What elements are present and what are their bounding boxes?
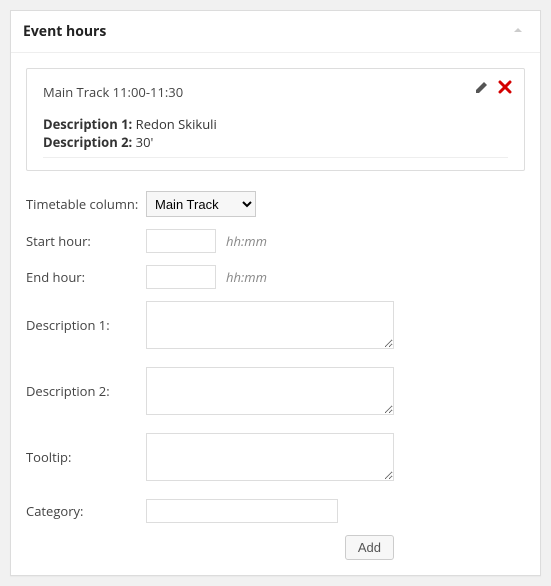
category-input[interactable] xyxy=(146,499,338,523)
label-timetable-column: Timetable column: xyxy=(26,195,146,213)
timetable-column-select[interactable]: Main Track xyxy=(146,191,256,217)
entry-desc2: Description 2: 30' xyxy=(43,133,508,151)
label-description-1: Description 1: xyxy=(26,316,146,334)
entry-desc2-label: Description 2: xyxy=(43,133,132,151)
end-hour-input[interactable] xyxy=(146,265,216,289)
entry-desc1-label: Description 1: xyxy=(43,115,132,133)
description-1-textarea[interactable] xyxy=(146,301,394,349)
start-hour-hint: hh:mm xyxy=(226,232,267,250)
existing-event-entry: Main Track 11:00-11:30 Description 1: Re… xyxy=(26,68,525,171)
row-start-hour: Start hour: hh:mm xyxy=(26,229,525,253)
entry-desc1-value: Redon Skikuli xyxy=(136,115,217,133)
metabox-header: Event hours xyxy=(11,11,540,53)
button-row: Add xyxy=(26,535,394,560)
label-end-hour: End hour: xyxy=(26,268,146,286)
collapse-toggle-icon[interactable] xyxy=(508,21,528,42)
end-hour-hint: hh:mm xyxy=(226,268,267,286)
edit-icon[interactable] xyxy=(474,79,490,95)
row-category: Category: xyxy=(26,499,525,523)
row-tooltip: Tooltip: xyxy=(26,433,525,481)
metabox-body: Main Track 11:00-11:30 Description 1: Re… xyxy=(11,53,540,575)
delete-icon[interactable] xyxy=(498,80,512,94)
tooltip-textarea[interactable] xyxy=(146,433,394,481)
entry-title: Main Track 11:00-11:30 xyxy=(43,83,508,101)
row-description-1: Description 1: xyxy=(26,301,525,349)
event-hours-metabox: Event hours Main Track 11:00-11:30 Descr… xyxy=(10,10,541,576)
label-start-hour: Start hour: xyxy=(26,232,146,250)
add-button[interactable]: Add xyxy=(345,535,394,560)
start-hour-input[interactable] xyxy=(146,229,216,253)
metabox-title: Event hours xyxy=(23,22,106,41)
label-category: Category: xyxy=(26,502,146,520)
row-timetable-column: Timetable column: Main Track xyxy=(26,191,525,217)
entry-desc1: Description 1: Redon Skikuli xyxy=(43,115,508,133)
description-2-textarea[interactable] xyxy=(146,367,394,415)
row-end-hour: End hour: hh:mm xyxy=(26,265,525,289)
entry-desc2-value: 30' xyxy=(136,133,154,151)
label-tooltip: Tooltip: xyxy=(26,448,146,466)
label-description-2: Description 2: xyxy=(26,382,146,400)
row-description-2: Description 2: xyxy=(26,367,525,415)
